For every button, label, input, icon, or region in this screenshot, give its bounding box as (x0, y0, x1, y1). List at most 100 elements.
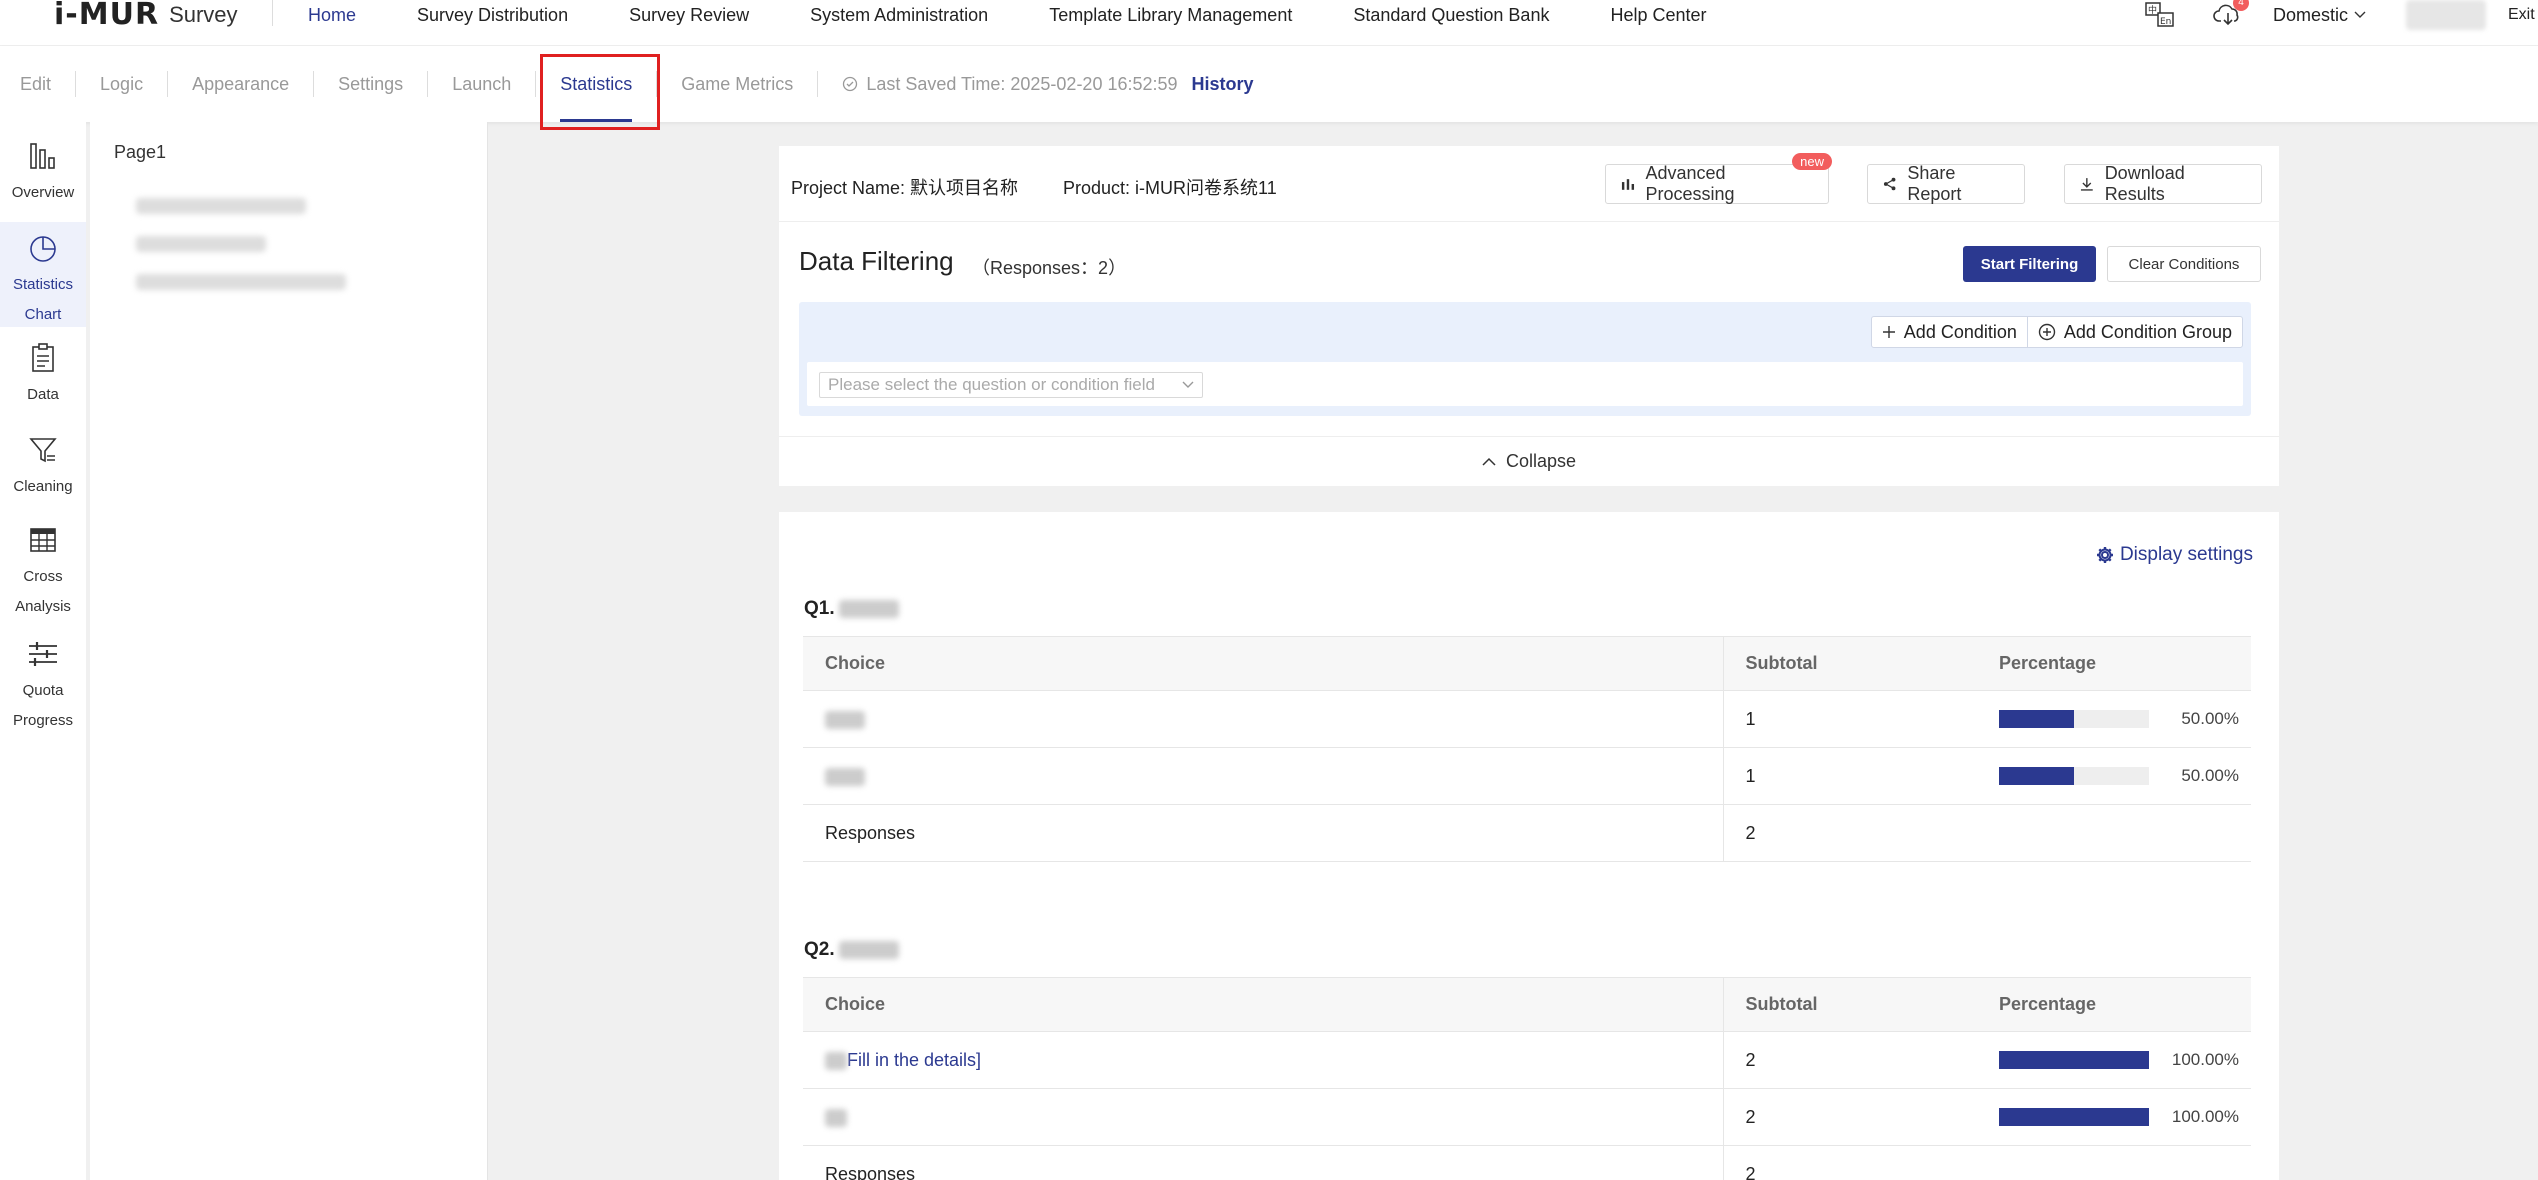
page-tree-item[interactable] (136, 198, 306, 214)
region-label: Domestic (2272, 4, 2348, 25)
filter-conditions-area: Add Condition Add Condition Group Please… (799, 302, 2251, 416)
notification-badge: 4 (2232, 0, 2249, 11)
responses-label: Responses (803, 1145, 1724, 1180)
display-settings-label: Display settings (2119, 544, 2253, 565)
nav-survey-distribution[interactable]: Survey Distribution (417, 5, 568, 26)
table-row: Fill in the details] 2 100.00% (803, 1031, 2251, 1089)
statistics-card: Display settings Q1. Choice Subtotal Per… (779, 512, 2279, 1180)
rail-item-statistics-chart[interactable]: Statistics Chart (0, 222, 86, 327)
percentage-bar (1999, 767, 2149, 785)
rail-item-data[interactable]: Data (0, 342, 86, 422)
page-title[interactable]: Page1 (114, 142, 166, 163)
cloud-download-icon[interactable]: 4 (2213, 0, 2249, 27)
percentage-bar-fill (1999, 767, 2074, 785)
sliders-icon (29, 642, 57, 666)
responses-count: （Responses：2） (972, 258, 1127, 278)
rail-label: Cross Analysis (15, 568, 71, 615)
gear-icon (2096, 547, 2113, 563)
nav-standard-question-bank[interactable]: Standard Question Bank (1353, 5, 1549, 26)
tab-edit[interactable]: Edit (0, 46, 75, 122)
overview-bars-icon (30, 143, 55, 169)
tab-appearance[interactable]: Appearance (168, 46, 313, 122)
nav-home[interactable]: Home (308, 5, 356, 26)
download-results-label: Download Results (2104, 163, 2185, 204)
question-table: Choice Subtotal Percentage Fill in the d… (803, 977, 2251, 1180)
language-switch-icon[interactable]: En 中 (2145, 2, 2175, 28)
nav-survey-review[interactable]: Survey Review (629, 5, 749, 26)
add-condition-group-label: Add Condition Group (2063, 321, 2232, 342)
percentage-bar (1999, 710, 2149, 728)
question-number: Q1. (804, 598, 835, 619)
rail-label: Quota Progress (13, 682, 74, 729)
responses-row: Responses 2 (803, 804, 2251, 862)
col-choice: Choice (803, 977, 1724, 1032)
choice-cell (803, 747, 1724, 805)
rail-label: Cleaning (13, 478, 73, 495)
fill-details-link[interactable]: Fill in the details] (847, 1050, 981, 1070)
top-right-controls: En 中 4 Domestic Exit (2145, 0, 2538, 30)
percentage-value: 100.00% (2171, 1050, 2239, 1069)
percentage-cell: 100.00% (1977, 1031, 2251, 1089)
question-number: Q2. (804, 939, 835, 960)
col-choice: Choice (803, 636, 1724, 691)
collapse-label: Collapse (1505, 451, 1577, 471)
add-condition-group-button[interactable]: Add Condition Group (2026, 317, 2242, 347)
rail-label: Data (27, 386, 59, 403)
choice-text-redacted (825, 1108, 847, 1127)
tab-game-metrics[interactable]: Game Metrics (657, 46, 817, 122)
clipboard-icon (32, 343, 54, 372)
col-percentage: Percentage (1977, 636, 2251, 691)
user-avatar[interactable] (2406, 0, 2486, 30)
percentage-bar-fill (1999, 710, 2074, 728)
condition-field-select[interactable]: Please select the question or condition … (819, 372, 1203, 398)
share-report-button[interactable]: Share Report (1867, 163, 2025, 204)
nav-template-library[interactable]: Template Library Management (1049, 5, 1292, 26)
choice-text-redacted (825, 710, 865, 729)
rail-item-cleaning[interactable]: Cleaning (0, 434, 86, 514)
choice-cell (803, 1088, 1724, 1146)
left-rail: Overview Statistics Chart Data Cleaning … (0, 122, 86, 1180)
choice-cell: Fill in the details] (803, 1031, 1724, 1089)
add-condition-button[interactable]: Add Condition (1872, 317, 2027, 347)
download-icon (2080, 178, 2093, 191)
filter-card: Project Name: 默认项目名称 Product: i-MUR问卷系统1… (779, 146, 2279, 486)
project-name: Project Name: 默认项目名称 (791, 178, 1019, 198)
logo-subtitle: Survey (169, 2, 238, 27)
page-tree-item[interactable] (136, 274, 346, 290)
page-tree-item[interactable] (136, 236, 266, 252)
start-filtering-button[interactable]: Start Filtering (1963, 246, 2096, 282)
nav-system-administration[interactable]: System Administration (810, 5, 988, 26)
history-link[interactable]: History (1192, 74, 1254, 95)
statistics-tab-highlight (540, 54, 660, 130)
tab-logic[interactable]: Logic (76, 46, 167, 122)
col-percentage: Percentage (1977, 977, 2251, 1032)
rail-item-quota-progress[interactable]: Quota Progress (0, 638, 86, 738)
percentage-value: 100.00% (2171, 1107, 2239, 1126)
tab-settings[interactable]: Settings (314, 46, 427, 122)
download-results-button[interactable]: Download Results (2064, 163, 2262, 204)
table-grid-icon (30, 528, 56, 552)
plus-icon (1882, 326, 1895, 338)
nav-help-center[interactable]: Help Center (1610, 5, 1706, 26)
question-text-redacted (838, 941, 899, 959)
display-settings-link[interactable]: Display settings (2096, 544, 2253, 566)
clear-conditions-button[interactable]: Clear Conditions (2107, 246, 2261, 282)
advanced-processing-button[interactable]: Advanced Processing new (1605, 153, 1832, 204)
exit-button[interactable]: Exit (2508, 6, 2538, 24)
filter-funnel-icon (29, 438, 57, 463)
logo-mark: i-MUR (54, 0, 160, 32)
bar-chart-icon (1621, 179, 1635, 190)
collapse-toggle[interactable]: Collapse (779, 436, 2279, 486)
logo-divider (272, 0, 273, 26)
check-circle-icon (843, 76, 858, 92)
table-header-row: Choice Subtotal Percentage (803, 636, 2251, 691)
main-nav: Home Survey Distribution Survey Review S… (308, 0, 1768, 30)
condition-field-placeholder: Please select the question or condition … (828, 375, 1155, 394)
app-logo[interactable]: i-MUR Survey (54, 0, 238, 30)
tab-launch[interactable]: Launch (428, 46, 535, 122)
rail-item-cross-analysis[interactable]: Cross Analysis (0, 524, 86, 624)
rail-item-overview[interactable]: Overview (0, 140, 86, 220)
region-dropdown[interactable]: Domestic (2273, 5, 2366, 26)
question-text-redacted (838, 600, 899, 618)
advanced-processing-label: Advanced Processing (1645, 163, 1735, 204)
